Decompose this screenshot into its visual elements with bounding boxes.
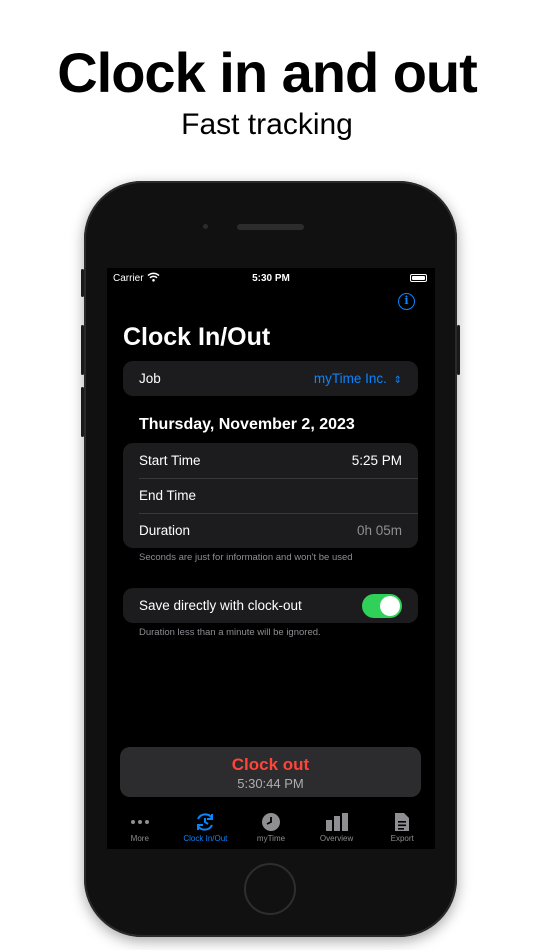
duration-label: Duration (139, 523, 191, 538)
tab-mytime-label: myTime (256, 834, 286, 843)
promo-headline: Clock in and out (57, 41, 478, 104)
tab-more[interactable]: More (107, 810, 173, 849)
phone-power-button (457, 325, 460, 375)
phone-volume-down (81, 387, 84, 437)
clock-out-time: 5:30:44 PM (237, 776, 304, 791)
bar-chart-icon (304, 810, 370, 834)
more-dots-icon (107, 810, 173, 834)
start-time-label: Start Time (139, 453, 201, 468)
duration-value: 0h 05m (356, 523, 402, 538)
end-time-row[interactable]: End Time (123, 478, 418, 513)
info-icon[interactable]: i (398, 293, 415, 310)
home-button[interactable] (244, 863, 296, 915)
start-time-row[interactable]: Start Time 5:25 PM (123, 443, 418, 478)
clock-icon (238, 810, 304, 834)
job-label: Job (139, 371, 161, 386)
tab-overview[interactable]: Overview (304, 810, 370, 849)
status-time: 5:30 PM (252, 273, 290, 284)
tab-clock-in-out-label: Clock In/Out (183, 834, 228, 843)
clock-out-label: Clock out (231, 755, 310, 774)
speaker-grille (237, 224, 304, 230)
save-direct-label: Save directly with clock-out (139, 598, 302, 613)
job-picker[interactable]: myTime Inc. ⇕ (314, 371, 402, 386)
app-screen: Carrier 5:30 PM i Clock In/Out Job myTim… (107, 268, 435, 849)
promo-subhead: Fast tracking (181, 108, 353, 141)
status-bar: Carrier 5:30 PM (107, 271, 435, 287)
duration-footnote: Duration less than a minute will be igno… (139, 627, 321, 638)
seconds-footnote: Seconds are just for information and won… (139, 552, 353, 563)
phone-side-button (81, 269, 84, 297)
tab-overview-label: Overview (319, 834, 354, 843)
times-card: Start Time 5:25 PM End Time Duration 0h … (123, 443, 418, 548)
tab-export-label: Export (390, 834, 414, 843)
job-value: myTime Inc. (313, 371, 387, 386)
end-time-label: End Time (139, 488, 197, 503)
camera-icon (203, 224, 208, 229)
chevron-up-down-icon: ⇕ (393, 375, 402, 386)
save-card: Save directly with clock-out (123, 588, 418, 623)
clock-out-button[interactable]: Clock out 5:30:44 PM (120, 747, 421, 797)
page-title: Clock In/Out (123, 323, 271, 351)
clock-arrows-icon (173, 810, 239, 834)
date-heading: Thursday, November 2, 2023 (139, 416, 355, 433)
phone-volume-up (81, 325, 84, 375)
tab-more-label: More (130, 834, 149, 843)
tab-export[interactable]: Export (369, 810, 435, 849)
document-icon (369, 810, 435, 834)
save-direct-toggle[interactable] (362, 593, 402, 618)
job-card: Job myTime Inc. ⇕ (123, 361, 418, 396)
tab-bar: More Clock In/Out myTime Overview Export (107, 810, 435, 849)
battery-icon (410, 274, 427, 282)
tab-clock-in-out[interactable]: Clock In/Out (173, 810, 239, 849)
start-time-value[interactable]: 5:25 PM (352, 453, 402, 468)
tab-mytime[interactable]: myTime (238, 810, 304, 849)
save-direct-row: Save directly with clock-out (123, 588, 418, 623)
toggle-knob (380, 595, 400, 616)
duration-row: Duration 0h 05m (123, 513, 418, 548)
job-row[interactable]: Job myTime Inc. ⇕ (123, 361, 418, 396)
